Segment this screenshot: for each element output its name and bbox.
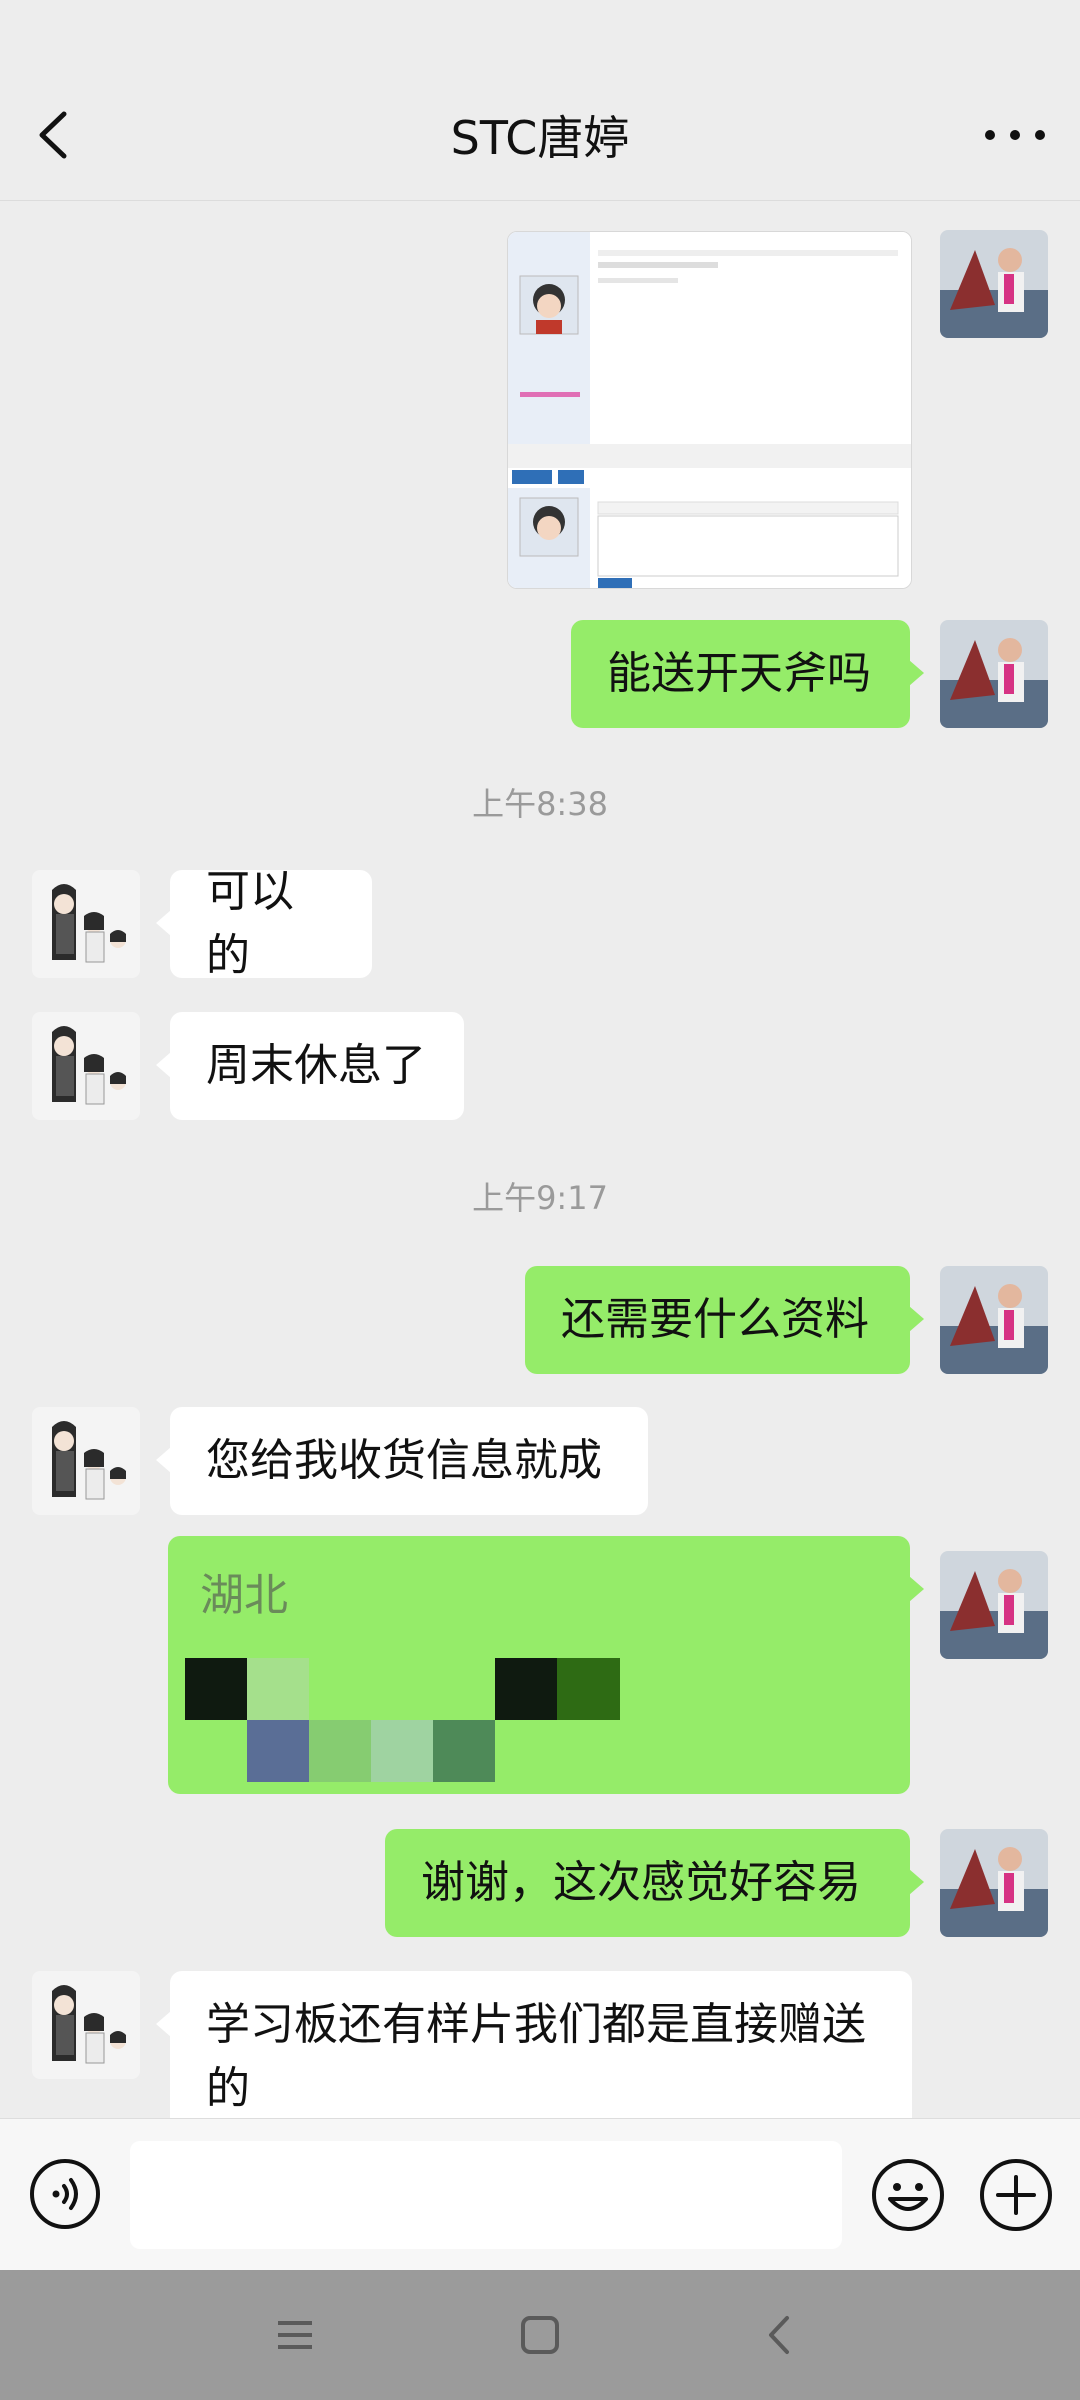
incoming-message-bubble[interactable]: 您给我收货信息就成 (156, 1407, 648, 1515)
message-input[interactable] (130, 2141, 842, 2249)
contact-avatar[interactable] (32, 870, 140, 978)
outgoing-message-bubble[interactable]: 谢谢，这次感觉好容易 (385, 1829, 924, 1937)
my-avatar[interactable] (940, 1829, 1048, 1937)
chat-header: STC唐婷 (0, 0, 1080, 201)
incoming-message-bubble[interactable]: 学习板还有样片我们都是直接赠送的 (156, 1971, 912, 2118)
avatar-image (32, 1012, 140, 1120)
message-text: 周末休息了 (206, 1040, 426, 1091)
avatar-image (940, 1829, 1048, 1937)
redaction-mosaic (185, 1658, 620, 1782)
avatar-image (940, 1551, 1048, 1659)
voice-icon[interactable] (28, 2157, 102, 2231)
plus-icon[interactable] (978, 2157, 1054, 2233)
message-text: 可以的 (206, 866, 294, 981)
message-text: 能送开天斧吗 (607, 648, 871, 699)
my-avatar[interactable] (940, 230, 1048, 338)
message-text: 学习板还有样片我们都是直接赠送的 (206, 1999, 866, 2114)
back-icon[interactable] (755, 2310, 805, 2360)
my-avatar[interactable] (940, 1266, 1048, 1374)
contact-avatar[interactable] (32, 1971, 140, 2079)
message-text: 谢谢，这次感觉好容易 (421, 1857, 861, 1908)
pixelated-redaction (185, 1658, 620, 1782)
emoji-icon[interactable] (870, 2157, 946, 2233)
my-avatar[interactable] (940, 620, 1048, 728)
system-navigation-bar (0, 2270, 1080, 2400)
message-text: 还需要什么资料 (561, 1294, 869, 1345)
avatar-image (32, 1407, 140, 1515)
timestamp: 上午8:38 (472, 785, 608, 823)
my-avatar[interactable] (940, 1551, 1048, 1659)
chat-title: STC唐婷 (450, 111, 630, 165)
avatar-image (940, 620, 1048, 728)
avatar-image (940, 230, 1048, 338)
menu-icon[interactable] (270, 2310, 320, 2360)
input-bar (0, 2118, 1080, 2271)
message-list[interactable]: 能送开天斧吗 上午8:38 可以的 周末休息了 上午9:17 还需要什么资料 您… (0, 201, 1080, 2118)
timestamp: 上午9:17 (472, 1179, 608, 1217)
home-icon[interactable] (515, 2310, 565, 2360)
message-text: 您给我收货信息就成 (206, 1435, 602, 1486)
avatar-image (32, 870, 140, 978)
incoming-message-bubble[interactable]: 周末休息了 (156, 1012, 464, 1120)
contact-avatar[interactable] (32, 1407, 140, 1515)
message-text: 湖北 (200, 1570, 288, 1621)
outgoing-message-bubble[interactable]: 还需要什么资料 (525, 1266, 924, 1374)
contact-avatar[interactable] (32, 1012, 140, 1120)
incoming-message-bubble[interactable]: 可以的 (156, 866, 372, 981)
avatar-image (32, 1971, 140, 2079)
forum-screenshot-image[interactable] (507, 231, 912, 589)
avatar-image (940, 1266, 1048, 1374)
screenshot-thumbnail (508, 232, 911, 588)
outgoing-address-bubble[interactable]: 湖北 (168, 1536, 924, 1794)
outgoing-message-bubble[interactable]: 能送开天斧吗 (571, 620, 924, 728)
more-horizontal-icon[interactable] (980, 120, 1050, 150)
